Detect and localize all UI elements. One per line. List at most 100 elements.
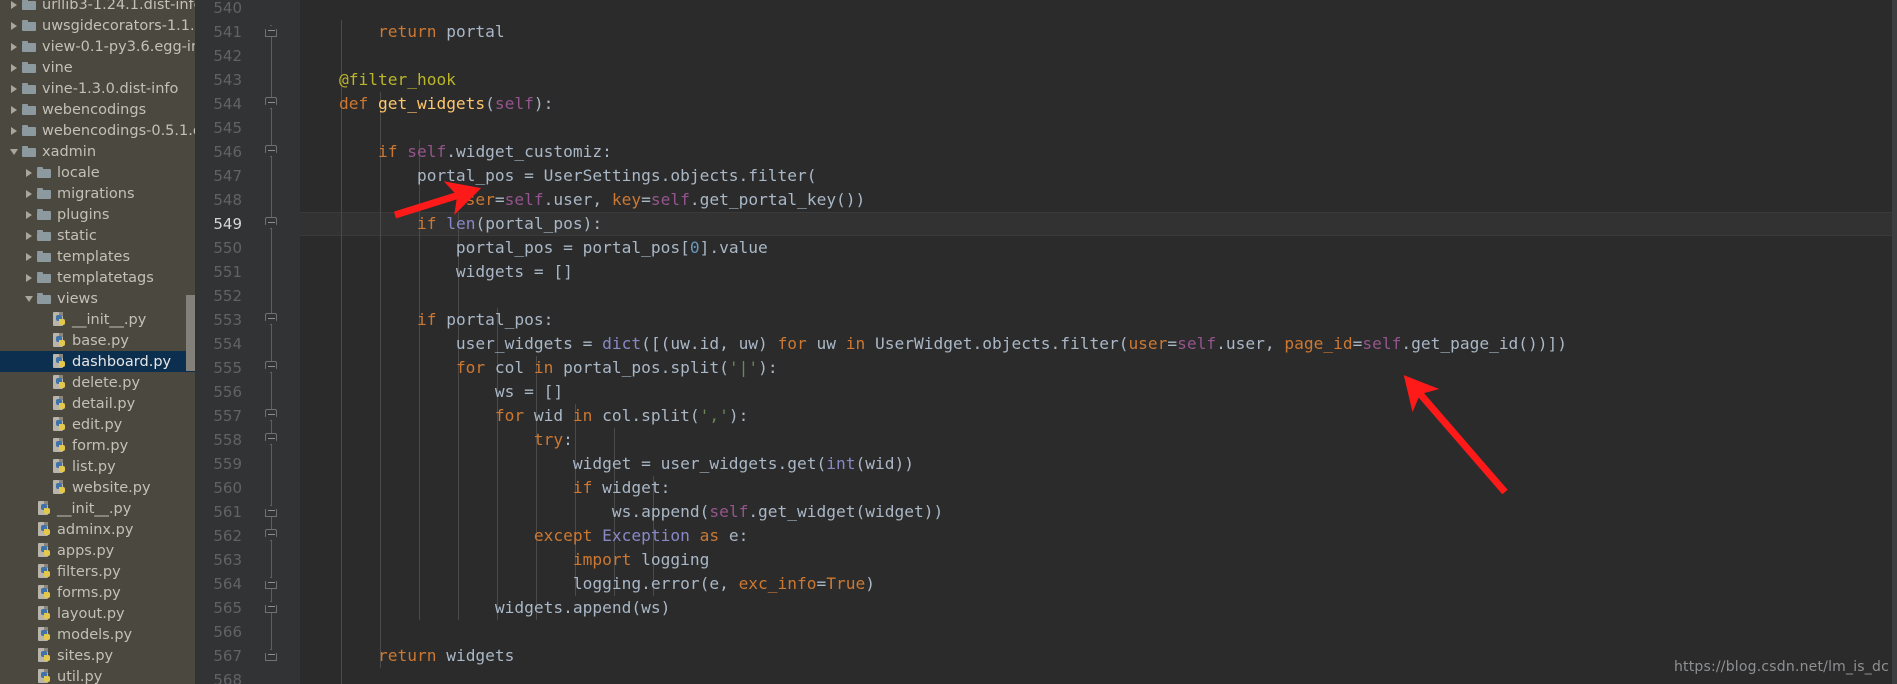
tree-item-webencodings-0-5-1-dist-[interactable]: webencodings-0.5.1.dist- xyxy=(0,120,195,141)
code-line-551[interactable]: widgets = [] xyxy=(300,260,573,284)
tree-item-edit-py[interactable]: edit.py xyxy=(0,414,195,435)
tree-item-uwsgidecorators-1-1-0-py[interactable]: uwsgidecorators-1.1.0-py xyxy=(0,15,195,36)
tree-item--init-py[interactable]: __init__.py xyxy=(0,498,195,519)
line-number[interactable]: 549 xyxy=(195,212,242,236)
tree-item-form-py[interactable]: form.py xyxy=(0,435,195,456)
fold-collapse-icon[interactable] xyxy=(265,572,279,596)
line-number[interactable]: 564 xyxy=(195,572,242,596)
tree-item-vine[interactable]: vine xyxy=(0,57,195,78)
tree-item-util-py[interactable]: util.py xyxy=(0,666,195,684)
code-line-557[interactable]: for wid in col.split(','): xyxy=(300,404,748,428)
fold-collapse-icon[interactable] xyxy=(265,20,279,44)
line-number[interactable]: 543 xyxy=(195,68,242,92)
line-number[interactable]: 559 xyxy=(195,452,242,476)
code-line-554[interactable]: user_widgets = dict([(uw.id, uw) for uw … xyxy=(300,332,1567,356)
chevron-right-icon[interactable] xyxy=(8,124,21,137)
code-line-553[interactable]: if portal_pos: xyxy=(300,308,553,332)
line-number[interactable]: 566 xyxy=(195,620,242,644)
code-line-547[interactable]: portal_pos = UserSettings.objects.filter… xyxy=(300,164,817,188)
tree-item-adminx-py[interactable]: adminx.py xyxy=(0,519,195,540)
tree-item-base-py[interactable]: base.py xyxy=(0,330,195,351)
code-line-561[interactable]: ws.append(self.get_widget(widget)) xyxy=(300,500,943,524)
line-number[interactable]: 545 xyxy=(195,116,242,140)
chevron-right-icon[interactable] xyxy=(8,103,21,116)
line-number[interactable]: 568 xyxy=(195,668,242,684)
line-number[interactable]: 550 xyxy=(195,236,242,260)
code-line-550[interactable]: portal_pos = portal_pos[0].value xyxy=(300,236,768,260)
line-number[interactable]: 552 xyxy=(195,284,242,308)
tree-item-dashboard-py[interactable]: dashboard.py xyxy=(0,351,195,372)
fold-collapse-icon[interactable] xyxy=(265,596,279,620)
line-number[interactable]: 551 xyxy=(195,260,242,284)
fold-expand-icon[interactable] xyxy=(265,524,279,548)
code-line-549[interactable]: if len(portal_pos): xyxy=(300,212,602,236)
chevron-right-icon[interactable] xyxy=(8,82,21,95)
chevron-right-icon[interactable] xyxy=(23,229,36,242)
project-tree-panel[interactable]: urllib3-1.24.1.dist-info uwsgidecorators-… xyxy=(0,0,195,684)
code-line-541[interactable]: return portal xyxy=(300,20,505,44)
tree-item-plugins[interactable]: plugins xyxy=(0,204,195,225)
line-number[interactable]: 553 xyxy=(195,308,242,332)
tree-item-website-py[interactable]: website.py xyxy=(0,477,195,498)
tree-item-layout-py[interactable]: layout.py xyxy=(0,603,195,624)
tree-item-models-py[interactable]: models.py xyxy=(0,624,195,645)
tree-item-filters-py[interactable]: filters.py xyxy=(0,561,195,582)
code-line-546[interactable]: if self.widget_customiz: xyxy=(300,140,612,164)
tree-item-migrations[interactable]: migrations xyxy=(0,183,195,204)
code-line-567[interactable]: return widgets xyxy=(300,644,514,668)
line-number[interactable]: 565 xyxy=(195,596,242,620)
code-line-562[interactable]: except Exception as e: xyxy=(300,524,748,548)
code-line-556[interactable]: ws = [] xyxy=(300,380,563,404)
chevron-down-icon[interactable] xyxy=(8,145,21,158)
line-number[interactable]: 567 xyxy=(195,644,242,668)
code-line-563[interactable]: import logging xyxy=(300,548,709,572)
chevron-right-icon[interactable] xyxy=(8,19,21,32)
tree-item-view-0-1-py3-6-egg-info[interactable]: view-0.1-py3.6.egg-info xyxy=(0,36,195,57)
line-number[interactable]: 548 xyxy=(195,188,242,212)
line-number[interactable]: 555 xyxy=(195,356,242,380)
line-number[interactable]: 558 xyxy=(195,428,242,452)
code-line-544[interactable]: def get_widgets(self): xyxy=(300,92,553,116)
fold-expand-icon[interactable] xyxy=(265,428,279,452)
tree-item-urllib3-1-24-1-dist-info[interactable]: urllib3-1.24.1.dist-info xyxy=(0,0,195,15)
code-line-559[interactable]: widget = user_widgets.get(int(wid)) xyxy=(300,452,914,476)
fold-collapse-icon[interactable] xyxy=(265,644,279,668)
code-editor-panel[interactable]: 540 541 542 543 544 545 546 547 548 549 550 551 552 5… xyxy=(195,0,1897,684)
tree-item-forms-py[interactable]: forms.py xyxy=(0,582,195,603)
tree-item-views[interactable]: views xyxy=(0,288,195,309)
tree-item-apps-py[interactable]: apps.py xyxy=(0,540,195,561)
fold-expand-icon[interactable] xyxy=(265,140,279,164)
chevron-right-icon[interactable] xyxy=(23,166,36,179)
line-number[interactable]: 544 xyxy=(195,92,242,116)
code-area[interactable]: return portal @filter_hook def get_widge… xyxy=(300,0,1897,684)
tree-item-vine-1-3-0-dist-info[interactable]: vine-1.3.0.dist-info xyxy=(0,78,195,99)
chevron-right-icon[interactable] xyxy=(23,250,36,263)
tree-item-detail-py[interactable]: detail.py xyxy=(0,393,195,414)
fold-expand-icon[interactable] xyxy=(265,212,279,236)
code-line-560[interactable]: if widget: xyxy=(300,476,670,500)
tree-item-static[interactable]: static xyxy=(0,225,195,246)
line-number-gutter[interactable]: 540 541 542 543 544 545 546 547 548 549 550 551 552 5… xyxy=(195,0,300,684)
line-number[interactable]: 554 xyxy=(195,332,242,356)
line-number[interactable]: 547 xyxy=(195,164,242,188)
chevron-right-icon[interactable] xyxy=(23,187,36,200)
code-line-565[interactable]: widgets.append(ws) xyxy=(300,596,670,620)
tree-item--init-py[interactable]: __init__.py xyxy=(0,309,195,330)
tree-item-list-py[interactable]: list.py xyxy=(0,456,195,477)
line-number[interactable]: 546 xyxy=(195,140,242,164)
chevron-right-icon[interactable] xyxy=(23,208,36,221)
tree-item-delete-py[interactable]: delete.py xyxy=(0,372,195,393)
tree-item-templates[interactable]: templates xyxy=(0,246,195,267)
tree-item-locale[interactable]: locale xyxy=(0,162,195,183)
line-number[interactable]: 540 xyxy=(195,0,242,20)
code-line-555[interactable]: for col in portal_pos.split('|'): xyxy=(300,356,778,380)
tree-item-sites-py[interactable]: sites.py xyxy=(0,645,195,666)
fold-collapse-icon[interactable] xyxy=(265,500,279,524)
fold-expand-icon[interactable] xyxy=(265,404,279,428)
line-number[interactable]: 563 xyxy=(195,548,242,572)
line-number[interactable]: 542 xyxy=(195,44,242,68)
code-line-564[interactable]: logging.error(e, exc_info=True) xyxy=(300,572,875,596)
line-number[interactable]: 541 xyxy=(195,20,242,44)
line-number[interactable]: 560 xyxy=(195,476,242,500)
line-number[interactable]: 557 xyxy=(195,404,242,428)
